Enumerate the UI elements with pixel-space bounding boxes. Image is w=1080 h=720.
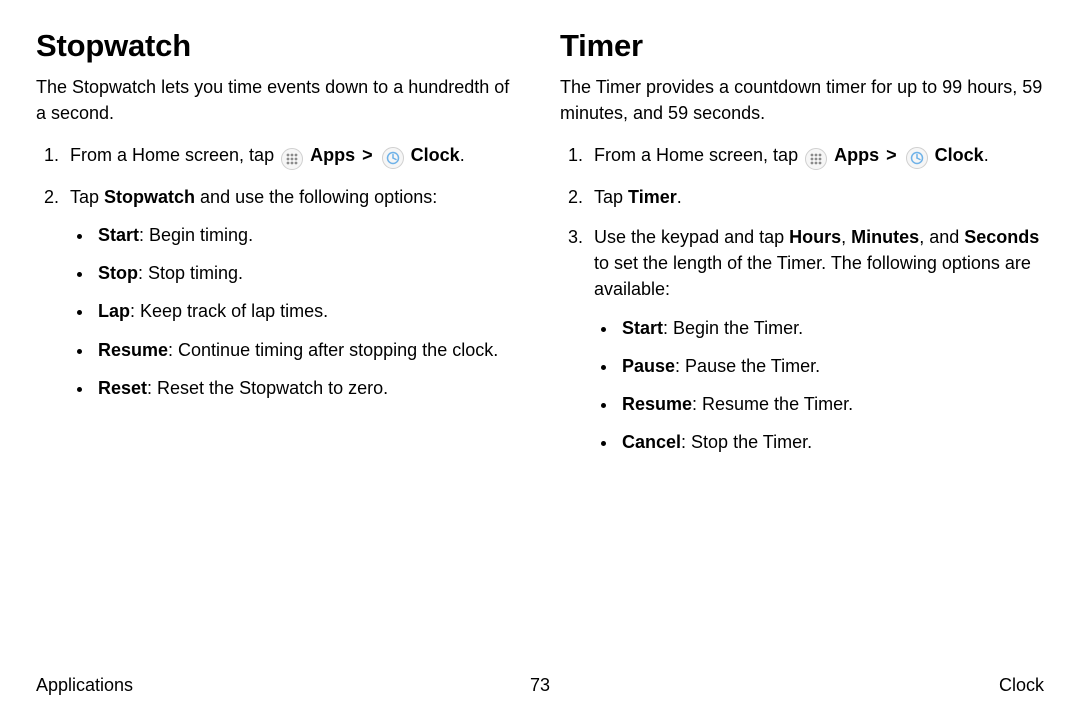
- column-timer: Timer The Timer provides a countdown tim…: [560, 28, 1044, 469]
- column-stopwatch: Stopwatch The Stopwatch lets you time ev…: [36, 28, 520, 469]
- option-stop: Stop: Stop timing.: [94, 260, 520, 286]
- option-desc: : Continue timing after stopping the clo…: [168, 340, 498, 360]
- option-pause: Pause: Pause the Timer.: [618, 353, 1044, 379]
- option-lap: Lap: Keep track of lap times.: [94, 298, 520, 324]
- intro-stopwatch: The Stopwatch lets you time events down …: [36, 74, 520, 126]
- option-desc: : Stop timing.: [138, 263, 243, 283]
- step-text: Tap: [594, 187, 628, 207]
- option-term: Reset: [98, 378, 147, 398]
- manual-page: Stopwatch The Stopwatch lets you time ev…: [0, 0, 1080, 720]
- step-suffix: .: [677, 187, 682, 207]
- breadcrumb-arrow: >: [886, 142, 897, 168]
- steps-timer: From a Home screen, tap Apps >: [560, 142, 1044, 469]
- step-text: From a Home screen, tap: [594, 145, 803, 165]
- apps-icon: [805, 148, 827, 170]
- option-term: Cancel: [622, 432, 681, 452]
- option-term: Pause: [622, 356, 675, 376]
- option-term: Resume: [622, 394, 692, 414]
- heading-timer: Timer: [560, 28, 1044, 64]
- option-resume: Resume: Continue timing after stopping t…: [94, 337, 520, 363]
- options-timer: Start: Begin the Timer. Pause: Pause the…: [594, 315, 1044, 455]
- heading-stopwatch: Stopwatch: [36, 28, 520, 64]
- clock-icon: [906, 147, 928, 169]
- intro-timer: The Timer provides a countdown timer for…: [560, 74, 1044, 126]
- seconds-label: Seconds: [964, 227, 1039, 247]
- apps-label: Apps: [834, 145, 879, 165]
- option-desc: : Begin timing.: [139, 225, 253, 245]
- step-suffix: and use the following options:: [195, 187, 437, 207]
- step-2-timer: Tap Timer.: [588, 184, 1044, 210]
- option-term: Start: [98, 225, 139, 245]
- option-term: Lap: [98, 301, 130, 321]
- footer-topic: Clock: [999, 675, 1044, 696]
- option-desc: : Begin the Timer.: [663, 318, 803, 338]
- page-footer: Applications 73 Clock: [36, 675, 1044, 696]
- step-suffix: .: [984, 145, 989, 165]
- option-start: Start: Begin timing.: [94, 222, 520, 248]
- apps-label: Apps: [310, 145, 355, 165]
- step-1-timer: From a Home screen, tap Apps >: [588, 142, 1044, 170]
- clock-icon: [382, 147, 404, 169]
- step-2-stopwatch: Tap Stopwatch and use the following opti…: [64, 184, 520, 401]
- clock-label: Clock: [935, 145, 984, 165]
- step-text: From a Home screen, tap: [70, 145, 279, 165]
- clock-label: Clock: [411, 145, 460, 165]
- option-cancel: Cancel: Stop the Timer.: [618, 429, 1044, 455]
- step-text: to set the length of the Timer. The foll…: [594, 253, 1031, 299]
- step-1-stopwatch: From a Home screen, tap Apps >: [64, 142, 520, 170]
- option-desc: : Keep track of lap times.: [130, 301, 328, 321]
- step-3-timer: Use the keypad and tap Hours, Minutes, a…: [588, 224, 1044, 455]
- content-columns: Stopwatch The Stopwatch lets you time ev…: [36, 28, 1044, 469]
- footer-section: Applications: [36, 675, 133, 696]
- option-desc: : Stop the Timer.: [681, 432, 812, 452]
- option-term: Stop: [98, 263, 138, 283]
- steps-stopwatch: From a Home screen, tap Apps >: [36, 142, 520, 415]
- stopwatch-label: Stopwatch: [104, 187, 195, 207]
- step-text: Tap: [70, 187, 104, 207]
- option-reset: Reset: Reset the Stopwatch to zero.: [94, 375, 520, 401]
- step-text: Use the keypad and tap: [594, 227, 789, 247]
- option-desc: : Resume the Timer.: [692, 394, 853, 414]
- timer-label: Timer: [628, 187, 677, 207]
- option-term: Start: [622, 318, 663, 338]
- step-suffix: .: [460, 145, 465, 165]
- option-term: Resume: [98, 340, 168, 360]
- option-resume: Resume: Resume the Timer.: [618, 391, 1044, 417]
- option-start: Start: Begin the Timer.: [618, 315, 1044, 341]
- breadcrumb-arrow: >: [362, 142, 373, 168]
- option-desc: : Reset the Stopwatch to zero.: [147, 378, 388, 398]
- options-stopwatch: Start: Begin timing. Stop: Stop timing. …: [70, 222, 520, 400]
- option-desc: : Pause the Timer.: [675, 356, 820, 376]
- apps-icon: [281, 148, 303, 170]
- page-number: 73: [36, 675, 1044, 696]
- minutes-label: Minutes: [851, 227, 919, 247]
- hours-label: Hours: [789, 227, 841, 247]
- step-text: ,: [841, 227, 851, 247]
- step-text: , and: [919, 227, 964, 247]
